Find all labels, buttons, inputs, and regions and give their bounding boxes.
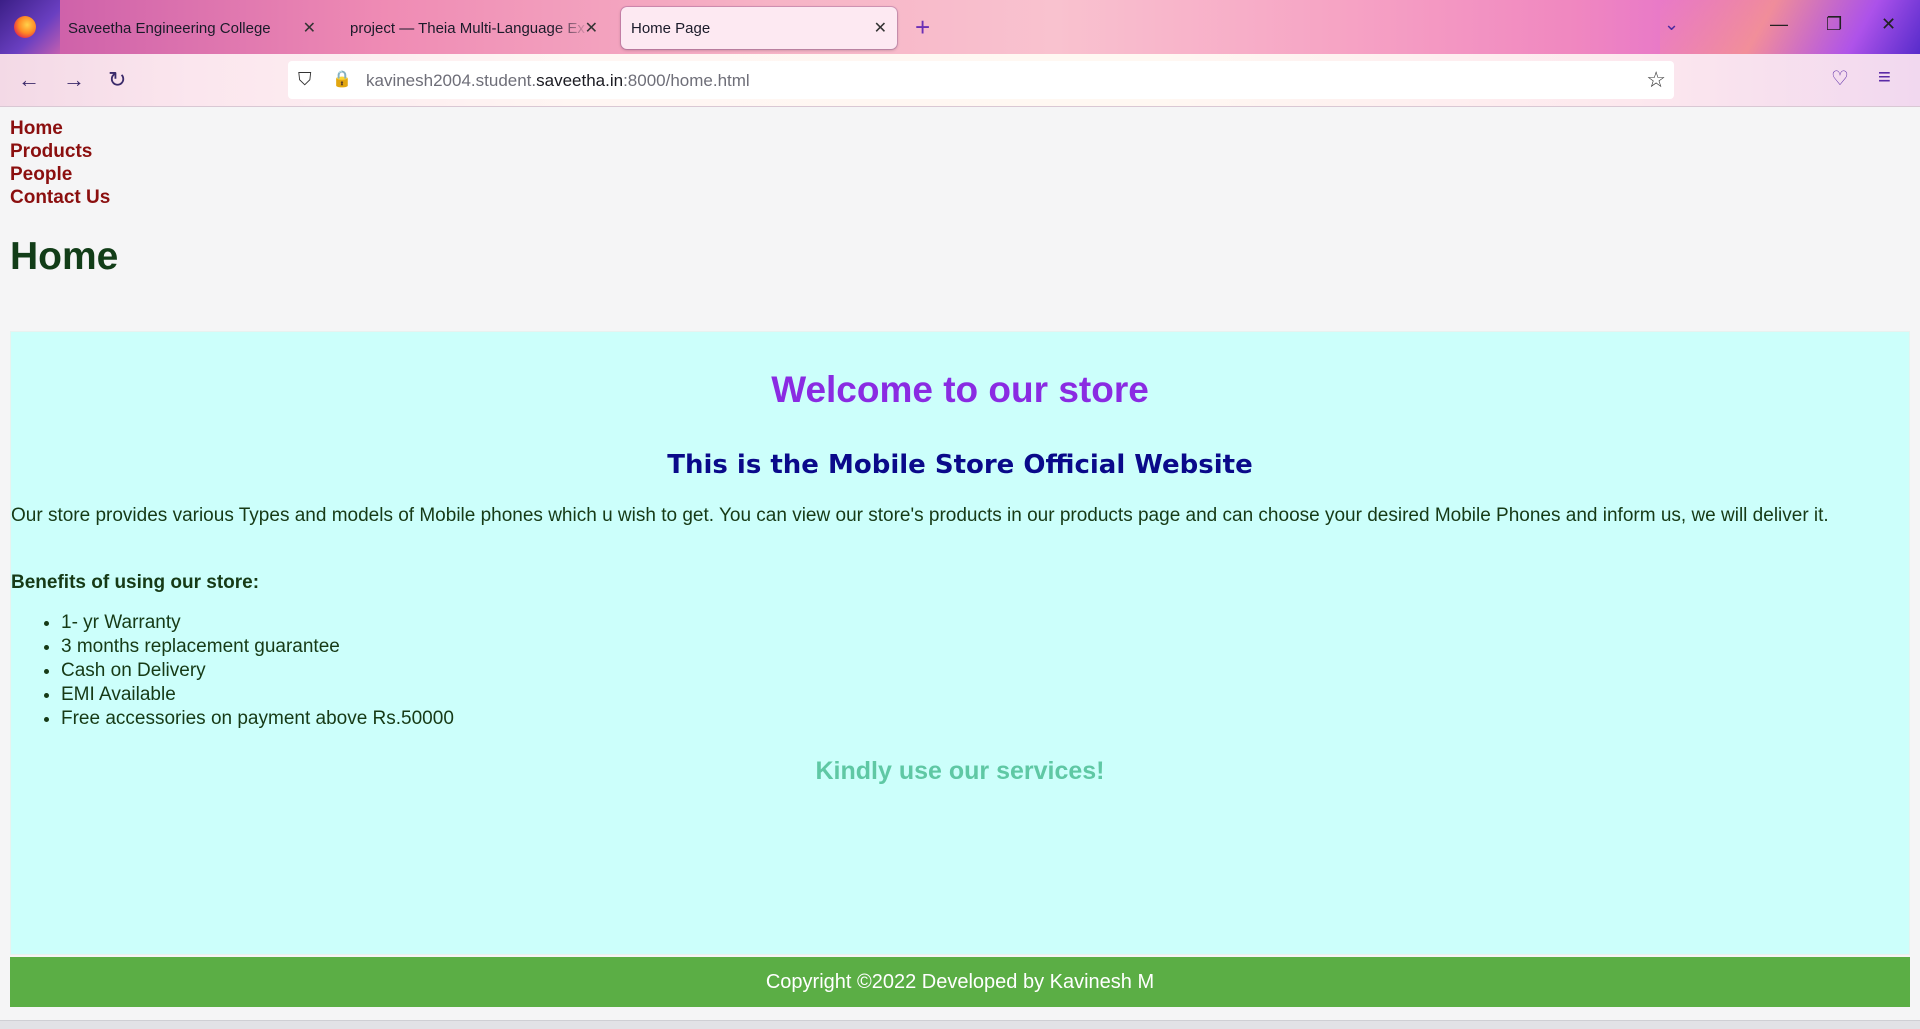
nav-link-products[interactable]: Products [10,140,110,163]
app-menu-icon[interactable]: ≡ [1878,64,1891,90]
close-window-icon[interactable]: ✕ [1881,14,1896,35]
url-suffix: :8000/home.html [623,71,750,90]
nav-link-home[interactable]: Home [10,117,110,140]
nav-link-people[interactable]: People [10,163,110,186]
footer: Copyright ©2022 Developed by Kavinesh M [10,957,1910,1007]
tracking-protection-shield-icon[interactable]: ⛉ [298,69,312,90]
back-icon[interactable]: ← [18,67,40,93]
list-all-tabs-icon[interactable]: ⌄ [1664,14,1679,35]
navigation-toolbar: ← → ↻ ⛉ 🔒 kavinesh2004.student.saveetha.… [0,54,1920,107]
list-item: Free accessories on payment above Rs.500… [61,707,454,731]
benefits-heading: Benefits of using our store: [11,572,260,593]
reload-icon[interactable]: ↻ [108,67,126,93]
url-text[interactable]: kavinesh2004.student.saveetha.in:8000/ho… [366,71,750,91]
list-item: EMI Available [61,683,454,707]
tab-close-icon[interactable]: ✕ [874,18,887,38]
tab-saveetha[interactable]: Saveetha Engineering College ✕ [58,7,326,49]
welcome-heading: Welcome to our store [771,369,1149,410]
page-title: Home [10,235,119,278]
list-item: Cash on Delivery [61,659,454,683]
bookmark-star-icon[interactable]: ☆ [1646,67,1666,93]
tab-title: Saveetha Engineering College [68,19,271,37]
subtitle-heading: This is the Mobile Store Official Websit… [667,450,1253,480]
closing-message: Kindly use our services! [815,757,1105,785]
tab-title: project — Theia Multi-Language Ex [350,19,585,37]
content-panel: Welcome to our store This is the Mobile … [10,331,1910,955]
tab-strip: Saveetha Engineering College ✕ project —… [0,0,1920,54]
tab-theia-project[interactable]: project — Theia Multi-Language Ex ✕ [340,7,608,49]
tab-title: Home Page [631,19,711,37]
insecure-connection-lock-icon[interactable]: 🔒 [332,69,352,89]
list-item: 1- yr Warranty [61,611,454,635]
url-bar[interactable]: ⛉ 🔒 kavinesh2004.student.saveetha.in:800… [288,61,1674,99]
minimize-icon[interactable]: — [1770,14,1788,35]
site-nav: Home Products People Contact Us [10,117,110,209]
tab-home-page[interactable]: Home Page ✕ [621,7,897,49]
list-item: 3 months replacement guarantee [61,635,454,659]
store-description: Our store provides various Types and mod… [11,505,1829,526]
firefox-logo-icon[interactable] [14,16,36,38]
tab-close-icon[interactable]: ✕ [585,18,598,38]
nav-link-contact-us[interactable]: Contact Us [10,186,110,209]
tab-close-icon[interactable]: ✕ [303,18,316,38]
pocket-icon[interactable]: ♡ [1831,66,1849,91]
url-prefix: kavinesh2004.student. [366,71,537,90]
new-tab-icon[interactable]: + [915,12,930,43]
page-viewport: Home Products People Contact Us Home Wel… [0,107,1920,1020]
url-domain: saveetha.in [536,71,624,90]
restore-icon[interactable]: ❐ [1826,14,1842,35]
forward-icon[interactable]: → [63,67,85,93]
benefits-list: 1- yr Warranty 3 months replacement guar… [11,611,454,731]
